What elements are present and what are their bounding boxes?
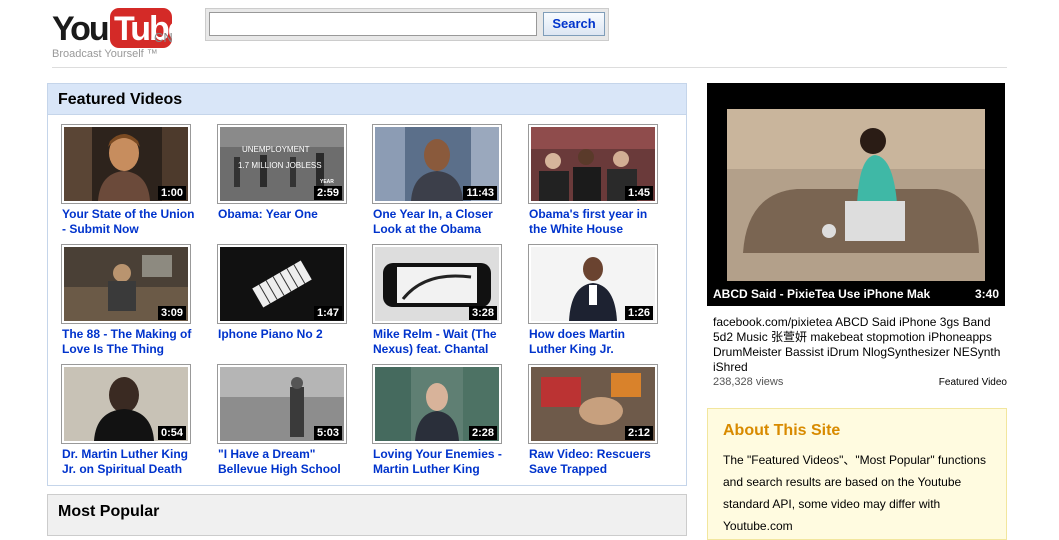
video-title-link[interactable]: Iphone Piano No 2 [218,327,352,342]
featured-videos-header: Featured Videos [48,84,686,115]
video-title-link[interactable]: Raw Video: Rescuers Save Trapped [529,447,663,477]
video-title-link[interactable]: Obama's first year in the White House [529,207,663,237]
video-title-link[interactable]: Mike Relm - Wait (The Nexus) feat. Chant… [373,327,507,357]
featured-video-player[interactable]: ABCD Said - PixieTea Use iPhone Mak 3:40 [707,83,1005,306]
video-duration: 3:28 [468,306,497,320]
player-video-description: facebook.com/pixietea ABCD Said iPhone 3… [713,315,1001,374]
about-site-panel: About This Site The "Featured Videos"、"M… [707,408,1007,540]
player-caption-bar: ABCD Said - PixieTea Use iPhone Mak 3:40 [707,282,1005,306]
video-thumbnail[interactable]: 11:43 [372,124,502,204]
video-title-link[interactable]: How does Martin Luther King Jr. [529,327,663,357]
video-thumbnail[interactable]: 1:45 [528,124,658,204]
thumbnail-overlay-text: 1.7 MILLION JOBLESS [238,161,322,170]
video-thumbnail[interactable]: UNEMPLOYMENT 1.7 MILLION JOBLESS YEAR 2:… [217,124,347,204]
logo-tagline: Broadcast Yourself ™ [52,48,158,60]
about-site-text: The "Featured Videos"、"Most Popular" fun… [723,453,986,533]
header-divider [52,67,1007,68]
video-thumbnail[interactable]: 2:28 [372,364,502,444]
thumbnail-overlay-text: UNEMPLOYMENT [242,145,310,154]
video-title-link[interactable]: Loving Your Enemies - Martin Luther King [373,447,507,477]
video-thumbnail[interactable]: 3:28 [372,244,502,324]
most-popular-title: Most Popular [58,503,160,520]
video-duration: 0:54 [157,426,186,440]
video-title-link[interactable]: Obama: Year One [218,207,352,222]
video-thumbnail[interactable]: 1:26 [528,244,658,324]
most-popular-panel: Most Popular [47,494,687,536]
player-video-title[interactable]: ABCD Said - PixieTea Use iPhone Mak [713,287,963,301]
video-thumbnail[interactable]: 3:09 [61,244,191,324]
video-title-link[interactable]: Your State of the Union - Submit Now [62,207,196,237]
youtube-logo[interactable]: You Tube CN Broadcast Yourself ™ [52,6,187,64]
video-thumbnail[interactable]: 5:03 [217,364,347,444]
featured-videos-title: Featured Videos [58,91,183,108]
video-title-link[interactable]: Dr. Martin Luther King Jr. on Spiritual … [62,447,196,477]
search-bar: Search [205,8,609,41]
video-thumbnail[interactable]: 1:00 [61,124,191,204]
player-video-duration: 3:40 [974,287,999,301]
video-duration: 3:09 [157,306,186,320]
video-thumbnail[interactable]: 0:54 [61,364,191,444]
video-duration: 1:47 [313,306,342,320]
search-button[interactable]: Search [543,12,605,36]
video-title-link[interactable]: The 88 - The Making of Love Is The Thing [62,327,196,357]
thumbnail-overlay-tag: YEAR [320,179,334,185]
logo-you-text: You [52,10,110,48]
player-view-count: 238,328 views [713,376,784,388]
video-thumbnail[interactable]: 2:12 [528,364,658,444]
video-duration: 2:59 [313,186,342,200]
video-duration: 2:12 [624,426,653,440]
player-video-frame [707,83,1005,306]
search-input[interactable] [209,12,537,36]
video-duration: 1:26 [624,306,653,320]
video-duration: 1:45 [624,186,653,200]
video-duration: 2:28 [468,426,497,440]
video-duration: 11:43 [463,186,497,200]
about-site-title: About This Site [723,422,841,439]
featured-videos-panel: Featured Videos 1:00 Your State of the U… [47,83,687,486]
video-title-link[interactable]: "I Have a Dream" Bellevue High School [218,447,352,477]
video-thumbnail[interactable]: 1:47 [217,244,347,324]
featured-video-label: Featured Video [938,377,1007,388]
video-title-link[interactable]: One Year In, a Closer Look at the Obama [373,207,507,237]
logo-region: CN [154,30,173,45]
video-duration: 5:03 [313,426,342,440]
video-duration: 1:00 [157,186,186,200]
logo-tube-text: Tube [114,10,187,48]
